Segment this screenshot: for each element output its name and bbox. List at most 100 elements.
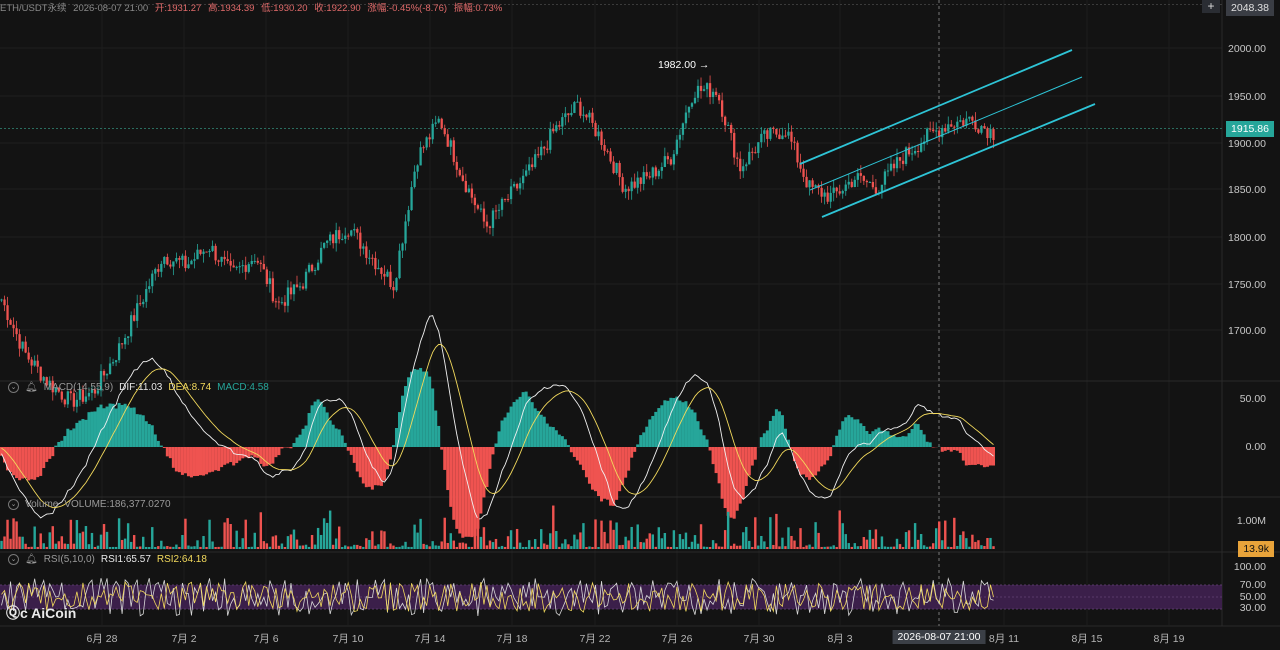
macd-histogram-bar — [768, 420, 772, 447]
volume-bar — [78, 533, 82, 549]
volume-bar — [365, 538, 368, 549]
macd-histogram-bar — [301, 428, 305, 447]
volume-bar — [431, 541, 434, 549]
volume-bar — [353, 544, 356, 549]
candle-body — [470, 188, 474, 198]
macd-histogram-bar — [949, 447, 953, 452]
macd-histogram-bar — [135, 414, 139, 447]
macd-histogram-bar — [916, 424, 920, 447]
macd-histogram-bar — [268, 447, 272, 465]
volume-bar — [313, 544, 317, 549]
volume-bar — [552, 505, 555, 549]
candle-body — [826, 192, 829, 202]
chart-canvas[interactable] — [0, 0, 1280, 650]
macd-dea: DEA:8.74 — [168, 382, 212, 393]
candle-body — [971, 116, 974, 121]
volume-bar — [630, 526, 633, 549]
volume-bar — [341, 546, 344, 549]
volume-bar — [500, 545, 504, 549]
channel-upper-line — [799, 49, 1073, 165]
candle-body — [950, 124, 953, 127]
candle-body — [362, 246, 365, 249]
volume-bar — [512, 546, 516, 549]
macd-histogram-bar — [446, 447, 450, 491]
volume-bar — [684, 532, 688, 549]
bell-icon[interactable]: 🔔︎ — [25, 554, 38, 565]
volume-bar — [470, 546, 474, 549]
candle-body — [609, 151, 612, 162]
volume-bar — [919, 534, 923, 549]
macd-histogram-bar — [687, 407, 691, 447]
time-tick: 7月 14 — [414, 633, 446, 645]
volume-title[interactable]: Volume — [25, 499, 58, 510]
volume-bar — [181, 534, 184, 549]
volume-bar — [99, 534, 103, 549]
macd-title[interactable]: MACD(14,55,9) — [44, 382, 113, 393]
candle-body — [573, 102, 576, 113]
macd-histogram-bar — [428, 376, 432, 447]
volume-bar — [244, 519, 247, 549]
volume-bar — [714, 543, 718, 549]
candle-body — [630, 181, 633, 192]
volume-bar — [334, 538, 338, 549]
macd-histogram-bar — [808, 447, 812, 480]
candle-body — [790, 131, 793, 142]
macd-header: ⌄ 🔔︎ MACD(14,55,9) DIF:11.03 DEA:8.74 MA… — [8, 382, 269, 393]
macd-histogram-bar — [901, 436, 905, 447]
macd-histogram-bar — [51, 447, 55, 457]
candle-body — [859, 173, 862, 176]
volume-bar — [250, 546, 253, 549]
volume-bar — [941, 540, 944, 549]
macd-histogram-bar — [943, 447, 947, 451]
collapse-icon[interactable]: ⌄ — [8, 499, 19, 510]
macd-histogram-bar — [431, 388, 435, 447]
candle-body — [910, 153, 914, 155]
candle-body — [335, 230, 338, 244]
collapse-icon[interactable]: ⌄ — [8, 554, 19, 565]
crosshair-time-label: 2026-08-07 21:00 — [892, 630, 986, 644]
candle-body — [280, 302, 284, 304]
candle-body — [871, 181, 875, 188]
macd-histogram-bar — [988, 447, 992, 466]
macd-histogram-bar — [358, 447, 362, 478]
macd-histogram-bar — [42, 447, 46, 469]
macd-tick: 0.00 — [1245, 441, 1266, 453]
volume-bar — [497, 546, 501, 549]
volume-bar — [235, 530, 238, 549]
volume-bar — [271, 536, 275, 549]
price-tick: 2000.00 — [1228, 43, 1266, 55]
macd-histogram-bar — [548, 426, 552, 447]
volume-bar — [530, 546, 534, 549]
macd-histogram-bar — [120, 404, 124, 447]
macd-histogram-bar — [913, 423, 917, 447]
macd-histogram-bar — [153, 434, 157, 447]
volume-bar — [678, 534, 682, 549]
candle-body — [708, 83, 712, 98]
add-indicator-button[interactable]: + — [1202, 0, 1220, 13]
candle-body — [913, 151, 917, 154]
candle-body — [705, 83, 709, 90]
volume-bar — [959, 534, 962, 549]
macd-histogram-bar — [165, 447, 169, 457]
volume-bar — [398, 546, 401, 549]
candle-body — [476, 205, 480, 209]
macd-histogram-bar — [639, 435, 643, 447]
volume-bar — [838, 510, 841, 549]
volume-bar — [609, 520, 612, 549]
macd-histogram-bar — [437, 425, 441, 447]
volume-bar — [669, 546, 673, 549]
candle-body — [745, 164, 748, 167]
rsi-title[interactable]: RSI(5,10,0) — [44, 554, 95, 565]
volume-bar — [802, 546, 805, 549]
volume-bar — [401, 545, 404, 549]
macd-histogram-bar — [491, 447, 495, 455]
macd-histogram-bar — [907, 433, 911, 447]
bell-icon[interactable]: 🔔︎ — [25, 382, 38, 393]
volume-bar — [564, 539, 567, 549]
volume-bar — [729, 545, 733, 549]
collapse-icon[interactable]: ⌄ — [8, 382, 19, 393]
candle-body — [561, 117, 564, 127]
macd-histogram-bar — [928, 442, 932, 447]
candle-body — [126, 336, 130, 338]
volume-tick: 1.00M — [1236, 515, 1266, 527]
